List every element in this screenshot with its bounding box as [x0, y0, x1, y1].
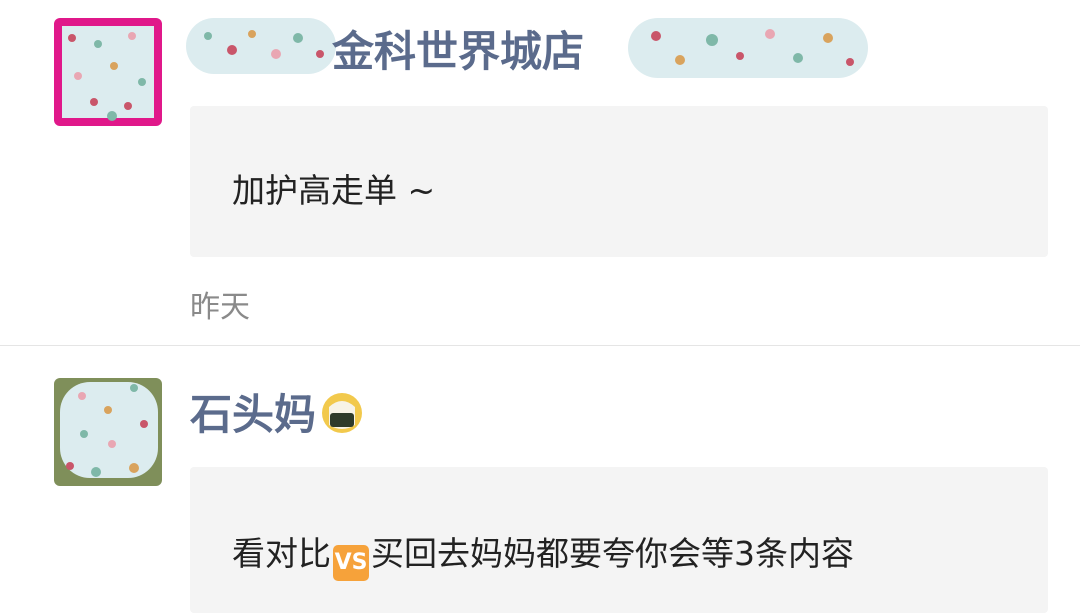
- avatar[interactable]: [54, 18, 162, 126]
- commenter-name-text: 石头妈: [190, 390, 317, 439]
- comment-text-part: 看对比: [232, 534, 331, 573]
- comment-text: 加护高走单 ~: [232, 171, 436, 210]
- redacted-name-prefix: [186, 18, 336, 74]
- avatar[interactable]: [54, 378, 162, 486]
- comment-bubble: 看对比 VS 买回去妈妈都要夸你会等3条内容: [190, 467, 1048, 613]
- commenter-name[interactable]: 金科世界城店: [332, 31, 584, 73]
- divider: [0, 345, 1080, 346]
- comment-time: 昨天: [190, 290, 250, 325]
- vs-emoji-icon: VS: [333, 545, 369, 581]
- comment-bubble: 加护高走单 ~: [190, 106, 1048, 257]
- rice-ball-emoji-icon: [322, 393, 363, 433]
- redacted-name-suffix: [628, 18, 868, 78]
- comment-text-part: 买回去妈妈都要夸你会等3条内容: [371, 534, 854, 573]
- avatar-image: [54, 18, 162, 126]
- commenter-name[interactable]: 石头妈: [190, 391, 364, 436]
- avatar-image: [54, 378, 162, 486]
- comment-text: 看对比 VS 买回去妈妈都要夸你会等3条内容: [232, 527, 854, 581]
